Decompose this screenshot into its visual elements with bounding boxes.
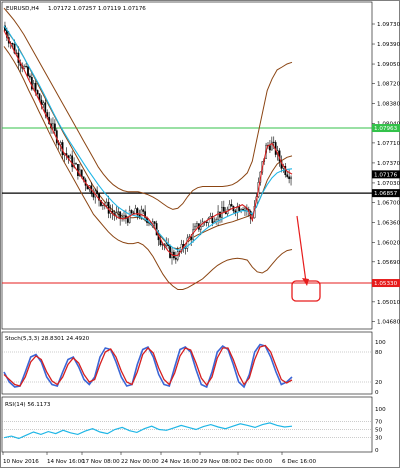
x-tick-label: 10 Nov 2016	[3, 459, 39, 465]
candle-body	[54, 123, 56, 131]
level-tag-label: 1.05330	[374, 281, 398, 287]
stoch-title: Stoch(5,3,3) 28.8301 24.4920	[5, 336, 90, 342]
candle-body	[140, 209, 143, 218]
ohlc-label: 1.07172 1.07257 1.07119 1.07176	[48, 6, 146, 12]
x-tick-label: 29 Nov 08:00	[200, 459, 238, 465]
candle-body	[161, 244, 164, 246]
stoch-y-tick-label: 80	[375, 350, 383, 356]
candle-body	[194, 225, 196, 230]
y-tick-label: 1.06020	[377, 240, 400, 246]
y-tick-label: 1.08720	[377, 81, 400, 87]
candle-body	[105, 201, 108, 206]
y-tick-label: 1.05690	[377, 260, 400, 266]
candle-body	[44, 102, 47, 113]
candle-body	[134, 208, 137, 214]
rsi-y-tick-label: 50	[375, 428, 383, 434]
candle-body	[11, 43, 14, 45]
candle-body	[117, 211, 120, 214]
y-tick-label: 1.06700	[377, 200, 400, 206]
candle-body	[205, 222, 208, 224]
x-tick-label: 22 Nov 00:00	[121, 459, 159, 465]
rsi-panel: RSI(14) 56.1173 100 70 50 30 0	[1, 396, 386, 454]
y-tick-label: 1.09730	[377, 22, 400, 28]
stoch-y-tick-label: 100	[375, 340, 386, 346]
candle-body	[107, 201, 110, 214]
x-tick-label: 14 Nov 16:00	[47, 459, 85, 465]
rsi-title: RSI(14) 56.1173	[5, 402, 51, 408]
candle-body	[288, 176, 290, 180]
candle-body	[199, 226, 202, 230]
candle-body	[217, 211, 219, 220]
candle-body	[272, 141, 275, 143]
y-tick-label: 1.07710	[377, 141, 400, 147]
rsi-panel-frame	[1, 396, 373, 453]
eurusd-chart: EURUSD,H4 1.07172 1.07257 1.07119 1.0717…	[0, 0, 400, 468]
y-tick-label: 1.07030	[377, 181, 400, 187]
rsi-y-tick-label: 30	[375, 436, 383, 442]
candle-body	[290, 176, 292, 180]
stoch-y-tick-label: 20	[375, 380, 383, 386]
candle-body	[165, 243, 168, 247]
x-tick-label: 17 Nov 08:00	[82, 459, 120, 465]
candle-body	[230, 204, 233, 207]
symbol-label: EURUSD,H4	[6, 6, 39, 12]
candle-body	[69, 155, 72, 159]
candle-body	[244, 207, 246, 211]
y-tick-label: 1.09050	[377, 62, 400, 68]
candle-body	[96, 190, 98, 194]
candle-body	[153, 221, 156, 224]
candle-body	[130, 210, 133, 214]
level-tag-label: 1.07963	[374, 126, 398, 132]
candle-body	[75, 163, 77, 165]
y-tick-label: 1.05010	[377, 300, 400, 306]
candle-body	[27, 66, 29, 77]
level-tag-label: 1.06857	[374, 191, 398, 197]
stoch-y-tick-label: 0	[375, 390, 379, 396]
level-tag-label: 1.07176	[374, 172, 398, 178]
candle-body	[71, 155, 74, 168]
rsi-y-tick-label: 100	[375, 407, 386, 413]
y-tick-label: 1.08380	[377, 101, 400, 107]
candle-body	[221, 206, 223, 218]
candle-body	[42, 102, 45, 106]
y-tick-label: 1.04680	[377, 319, 400, 325]
y-tick-label: 1.06360	[377, 220, 400, 226]
x-tick-label: 2 Dec 00:00	[238, 459, 273, 465]
candle-body	[34, 83, 37, 91]
rsi-y-tick-label: 70	[375, 419, 383, 425]
candle-body	[52, 123, 54, 128]
candle-body	[228, 204, 231, 210]
candle-body	[36, 90, 39, 94]
candle-body	[25, 66, 27, 68]
candle-body	[92, 193, 95, 198]
candle-body	[219, 211, 221, 218]
candle-body	[222, 206, 225, 212]
candle-body	[269, 145, 271, 151]
candle-body	[115, 212, 118, 217]
x-tick-label: 24 Nov 16:00	[161, 459, 199, 465]
x-tick-label: 6 Dec 16:00	[282, 459, 317, 465]
candle-body	[196, 223, 198, 227]
candle-body	[123, 215, 125, 219]
candle-body	[102, 204, 104, 206]
candle-body	[238, 206, 241, 211]
candle-body	[29, 75, 31, 78]
candle-body	[126, 218, 129, 223]
main-panel-frame	[1, 1, 373, 330]
candle-body	[142, 209, 145, 212]
stoch-panel: Stoch(5,3,3) 28.8301 24.4920 100 80 20 0	[1, 331, 386, 396]
rsi-y-tick-label: 0	[375, 448, 379, 454]
main-panel: EURUSD,H4 1.07172 1.07257 1.07119 1.0717…	[1, 1, 400, 330]
y-tick-label: 1.09390	[377, 42, 400, 48]
candle-body	[174, 257, 177, 260]
candle-body	[286, 174, 289, 177]
y-tick-label: 1.07370	[377, 161, 400, 167]
